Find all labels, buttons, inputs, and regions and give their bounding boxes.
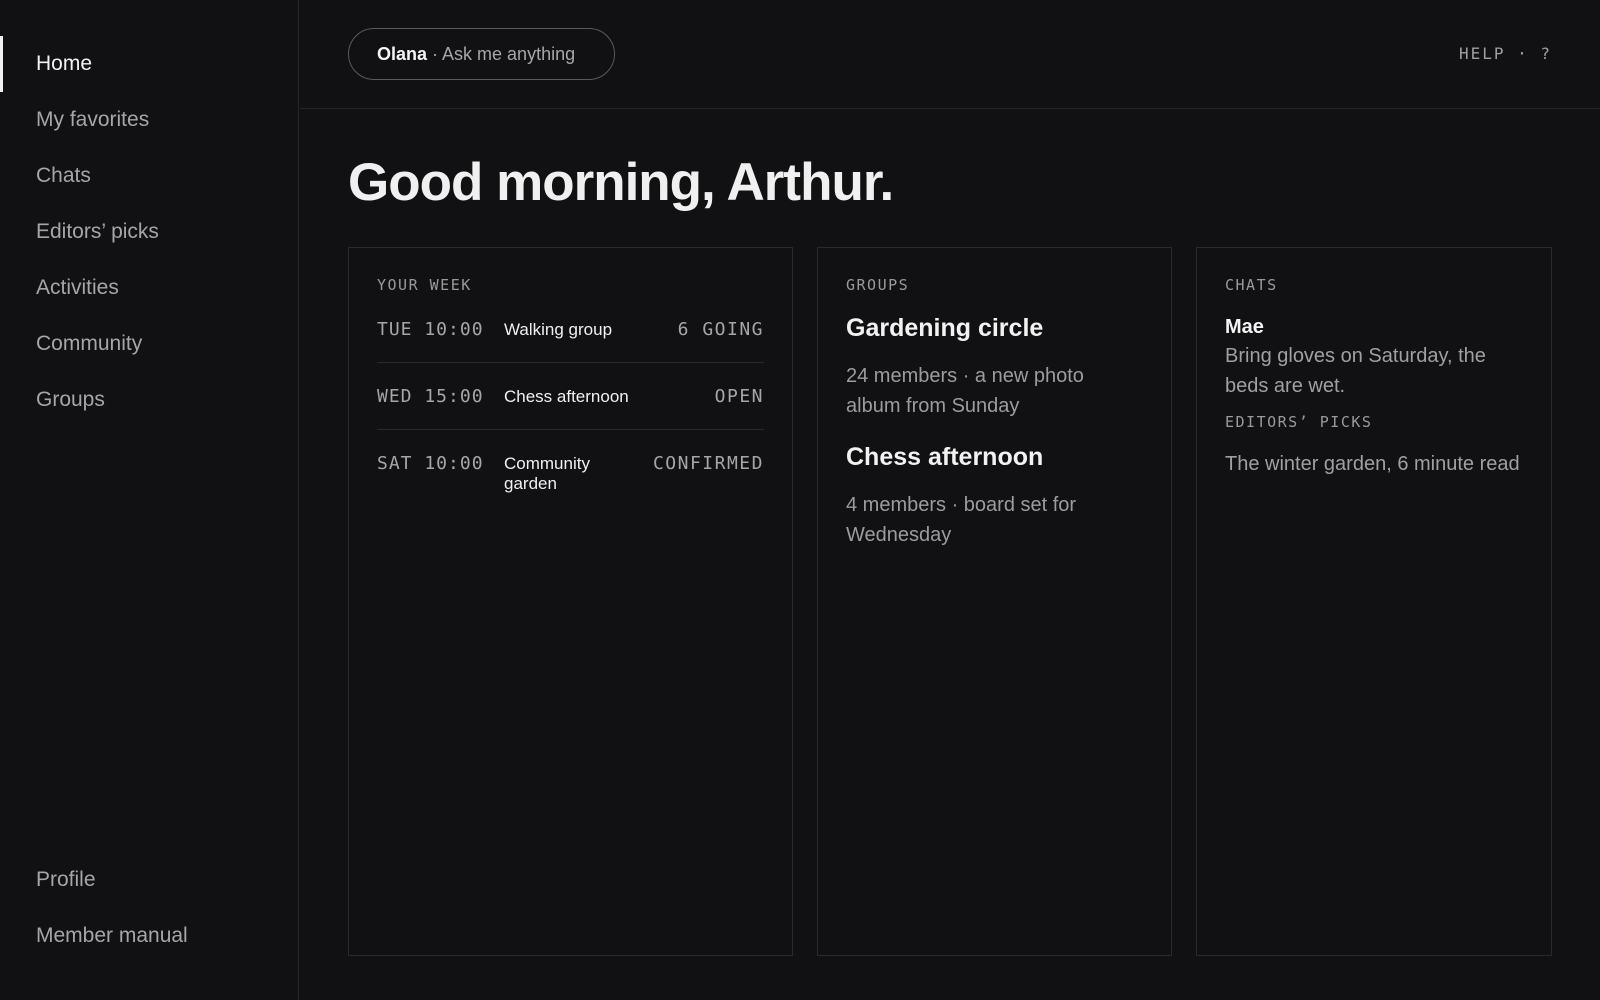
week-row-time: TUE 10:00 bbox=[377, 319, 484, 340]
chat-message: Bring gloves on Saturday, the beds are w… bbox=[1225, 345, 1486, 397]
help-link[interactable]: HELP · ? bbox=[1459, 44, 1552, 63]
week-row-time: WED 15:00 bbox=[377, 386, 484, 407]
week-row-name: Community garden bbox=[504, 454, 590, 493]
sidebar-item-groups[interactable]: Groups bbox=[0, 372, 298, 428]
chat-preview[interactable]: Mae Bring gloves on Saturday, the beds a… bbox=[1225, 316, 1523, 401]
week-row[interactable]: TUE 10:00 Walking group 6 GOING bbox=[377, 318, 764, 363]
groups-card: GROUPS Gardening circle 24 members · a n… bbox=[817, 247, 1172, 956]
chats-heading: CHATS bbox=[1225, 276, 1278, 294]
group-description: 24 members · a new photo album from Sund… bbox=[846, 365, 1084, 417]
week-row-status: 6 GOING bbox=[677, 319, 764, 340]
assistant-prompt: · Ask me anything bbox=[427, 44, 576, 64]
week-row-name: Chess afternoon bbox=[504, 387, 629, 406]
week-list: TUE 10:00 Walking group 6 GOING WED 15:0… bbox=[377, 318, 764, 514]
week-row[interactable]: SAT 10:00 Community garden CONFIRMED bbox=[377, 452, 764, 514]
sidebar-item-home[interactable]: Home bbox=[0, 36, 298, 92]
group-title: Chess afternoon bbox=[846, 443, 1044, 471]
group-description: 4 members · board set for Wednesday bbox=[846, 494, 1077, 546]
sidebar-item-profile[interactable]: Profile bbox=[0, 852, 298, 908]
sidebar-item-my-favorites[interactable]: My favorites bbox=[0, 92, 298, 148]
group-item[interactable]: Gardening circle 24 members · a new phot… bbox=[846, 314, 1143, 421]
page-greeting: Good morning, Arthur. bbox=[348, 153, 894, 212]
sidebar-item-activities[interactable]: Activities bbox=[0, 260, 298, 316]
sidebar-item-chats[interactable]: Chats bbox=[0, 148, 298, 204]
chats-card: CHATS Mae Bring gloves on Saturday, the … bbox=[1196, 247, 1552, 956]
week-row-name: Walking group bbox=[504, 320, 613, 339]
sidebar-item-editors-picks[interactable]: Editors’ picks bbox=[0, 204, 298, 260]
week-row-status: OPEN bbox=[714, 386, 764, 407]
week-row-status: CONFIRMED bbox=[652, 453, 764, 474]
your-week-heading: YOUR WEEK bbox=[377, 276, 472, 294]
groups-heading: GROUPS bbox=[846, 276, 910, 294]
sidebar: Home My favorites Chats Editors’ picks A… bbox=[0, 0, 299, 1000]
group-item[interactable]: Chess afternoon 4 members · board set fo… bbox=[846, 443, 1143, 550]
assistant-ask-button[interactable]: Olana · Ask me anything bbox=[348, 28, 615, 80]
editors-picks-heading: EDITORS’ PICKS bbox=[1225, 413, 1373, 431]
sidebar-item-member-manual[interactable]: Member manual bbox=[0, 908, 298, 964]
group-title: Gardening circle bbox=[846, 314, 1044, 342]
sidebar-bottom-nav: Profile Member manual bbox=[0, 852, 298, 964]
sidebar-nav: Home My favorites Chats Editors’ picks A… bbox=[0, 36, 298, 428]
chat-sender: Mae bbox=[1225, 316, 1264, 338]
week-row[interactable]: WED 15:00 Chess afternoon OPEN bbox=[377, 385, 764, 430]
top-bar: Olana · Ask me anything HELP · ? bbox=[300, 0, 1600, 109]
sidebar-item-community[interactable]: Community bbox=[0, 316, 298, 372]
your-week-card: YOUR WEEK TUE 10:00 Walking group 6 GOIN… bbox=[348, 247, 793, 956]
assistant-name: Olana bbox=[377, 44, 428, 64]
week-row-time: SAT 10:00 bbox=[377, 453, 484, 474]
editors-pick-link[interactable]: The winter garden, 6 minute read bbox=[1225, 453, 1523, 476]
